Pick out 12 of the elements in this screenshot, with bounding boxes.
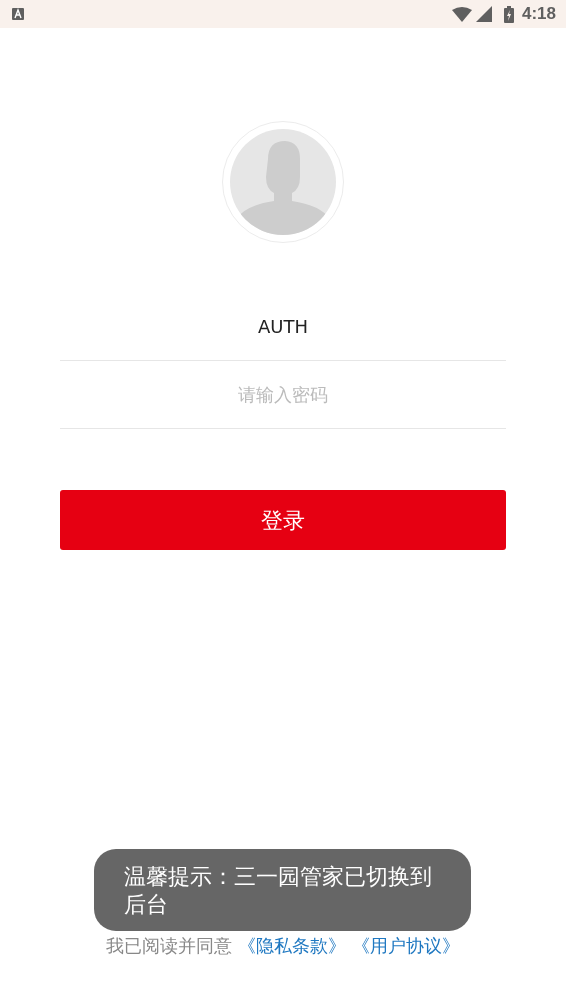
- agreement-text: 我已阅读并同意: [106, 935, 233, 956]
- username-field[interactable]: AUTH: [60, 293, 506, 360]
- agreement-link[interactable]: 《隐私条款》: [238, 935, 346, 956]
- agreement-link[interactable]: 《用户协议》: [351, 935, 460, 956]
- keyboard-notification-icon: [12, 8, 24, 20]
- toast-message: 温馨提示：三一园管家已切换到后台: [94, 849, 471, 931]
- signal-icon: [475, 6, 492, 22]
- password-field[interactable]: 请输入密码: [60, 361, 506, 428]
- battery-charging-icon: [503, 5, 514, 23]
- status-time: 4:18: [521, 3, 556, 26]
- login-button[interactable]: 登录: [60, 490, 506, 550]
- wifi-icon: [451, 6, 472, 22]
